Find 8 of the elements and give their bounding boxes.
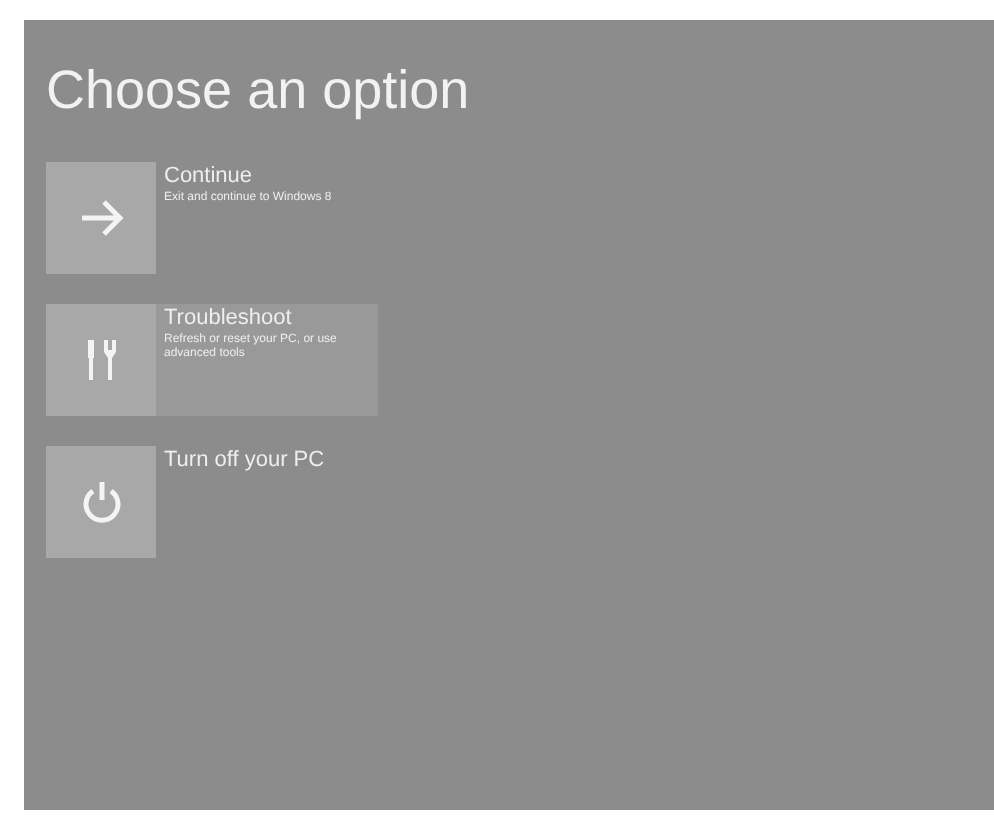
option-label: Turn off your PC xyxy=(164,448,325,476)
option-label: Troubleshoot xyxy=(164,306,294,333)
arrow-right-icon xyxy=(79,200,123,236)
tools-icon xyxy=(83,338,119,382)
power-icon xyxy=(79,480,123,524)
page-title: Choose an option xyxy=(46,64,472,118)
option-label: Continue xyxy=(164,164,255,191)
option-button[interactable]: Turn off your PC xyxy=(46,446,378,558)
